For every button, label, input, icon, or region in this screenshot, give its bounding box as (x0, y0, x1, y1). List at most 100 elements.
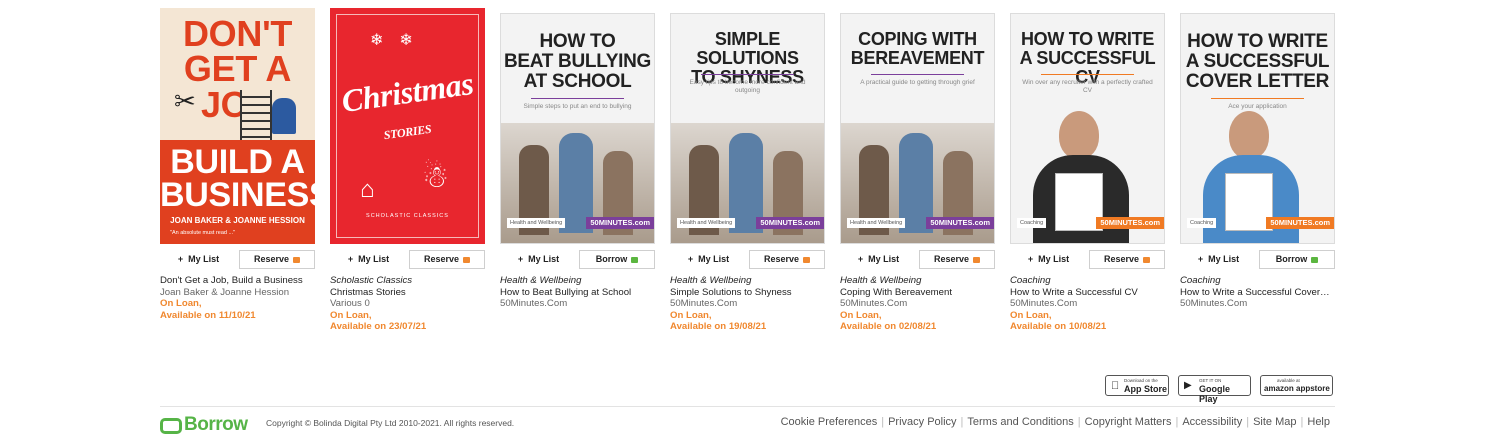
app-store-badges:  Download on the App Store ▶ GET IT ON … (1105, 375, 1335, 404)
footer-link-accessibility[interactable]: Accessibility (1182, 416, 1242, 428)
loan-status: On Loan, (670, 309, 712, 321)
book-title[interactable]: How to Write a Successful CV (1010, 287, 1162, 299)
borrow-button[interactable]: Borrow (1259, 250, 1335, 269)
my-list-button[interactable]: + My List (840, 250, 917, 269)
book-title[interactable]: How to Write a Successful Cover Letter (1180, 287, 1332, 299)
my-list-button[interactable]: + My List (330, 250, 407, 269)
loan-status: On Loan, (330, 309, 372, 321)
book-cover[interactable]: DON'T GET A JOB ✂ BUILD A BUSINESS JOAN … (160, 8, 315, 244)
book-series[interactable]: Health & Wellbeing (840, 275, 1000, 287)
book-meta: Don't Get a Job, Build a Business Joan B… (160, 275, 320, 321)
plus-icon: + (177, 254, 184, 264)
my-list-button[interactable]: + My List (500, 250, 577, 269)
my-list-button[interactable]: + My List (670, 250, 747, 269)
book-author[interactable]: 50Minutes.Com (1180, 298, 1340, 310)
book-author[interactable]: Various 0 (330, 298, 490, 310)
book-actions: + My List Reserve (330, 250, 485, 270)
book-series[interactable]: Coaching (1010, 275, 1170, 287)
book-cover[interactable]: HOW TO WRITE A SUCCESSFUL CV Win over any… (1010, 13, 1165, 244)
reserve-button[interactable]: Reserve (919, 250, 995, 269)
cover-line: COPING WITH (858, 29, 977, 49)
book-cover[interactable]: COPING WITH BEREAVEMENT A practical guide… (840, 13, 995, 244)
book-meta: Coaching How to Write a Successful Cover… (1180, 275, 1340, 310)
book-series[interactable]: Coaching (1180, 275, 1340, 287)
my-list-label: My List (1038, 254, 1070, 264)
my-list-label: My List (528, 254, 560, 264)
book-meta: Health & Wellbeing Simple Solutions to S… (670, 275, 830, 333)
book-author[interactable]: 50Minutes.Com (500, 298, 660, 310)
cover-category-tag: Health and Wellbeing (507, 218, 566, 228)
book-title[interactable]: Coping With Bereavement (840, 287, 992, 299)
footer-link-privacy-policy[interactable]: Privacy Policy (888, 416, 956, 428)
book-card: HOW TO WRITE A SUCCESSFUL CV Win over any… (1010, 8, 1165, 332)
reserve-button[interactable]: Reserve (409, 250, 485, 269)
cover-quote: "An absolute must read ..." (170, 230, 236, 236)
cover-line: A SUCCESSFUL (1185, 50, 1330, 72)
book-title[interactable]: How to Beat Bullying at School (500, 287, 652, 299)
amazon-appstore-badge[interactable]: available at amazon appstore (1260, 375, 1333, 396)
plus-icon: + (857, 254, 864, 264)
reserve-label: Reserve (1103, 254, 1140, 264)
cover-line: AT SCHOOL (523, 70, 632, 92)
book-author[interactable]: 50Minutes.Com (1010, 298, 1170, 310)
borrow-logo[interactable]: Borrow (160, 414, 248, 435)
my-list-button[interactable]: + My List (1180, 250, 1257, 269)
footer-link-terms-and-conditions[interactable]: Terms and Conditions (967, 416, 1073, 428)
book-cover[interactable]: SIMPLE SOLUTIONS TO SHYNESS Easy tips to … (670, 13, 825, 244)
plus-icon: + (347, 254, 354, 264)
footer-link-cookie-preferences[interactable]: Cookie Preferences (781, 416, 878, 428)
my-list-button[interactable]: + My List (160, 250, 237, 269)
book-series[interactable]: Scholastic Classics (330, 275, 490, 287)
book-author[interactable]: 50Minutes.Com (840, 298, 1000, 310)
cover-brand: 50MINUTES.com (1096, 217, 1164, 229)
footer-link-copyright-matters[interactable]: Copyright Matters (1085, 416, 1172, 428)
book-meta: Health & Wellbeing How to Beat Bullying … (500, 275, 660, 310)
cover-line: HOW TO (539, 31, 616, 52)
sleigh-icon: ❄ ❄ (370, 32, 413, 49)
google-play-small-text: GET IT ON (1199, 378, 1222, 383)
reserve-button[interactable]: Reserve (749, 250, 825, 269)
book-title[interactable]: Don't Get a Job, Build a Business (160, 275, 312, 287)
availability-date: Available on 23/07/21 (330, 321, 427, 333)
footer-link-site-map[interactable]: Site Map (1253, 416, 1296, 428)
book-series[interactable]: Health & Wellbeing (500, 275, 660, 287)
cover-title: HOW TO WRITE A SUCCESSFUL COVER LETTER (1181, 32, 1334, 92)
reserve-button[interactable]: Reserve (239, 250, 315, 269)
book-title[interactable]: Simple Solutions to Shyness (670, 287, 822, 299)
book-cover[interactable]: HOW TO BEAT BULLYING AT SCHOOL Simple step… (500, 13, 655, 244)
my-list-button[interactable]: + My List (1010, 250, 1087, 269)
loan-status: On Loan, (1010, 309, 1052, 321)
cover-line: SIMPLE SOLUTIONS (696, 29, 799, 68)
cover-publisher: SCHOLASTIC CLASSICS (366, 213, 449, 219)
book-series[interactable]: Health & Wellbeing (670, 275, 830, 287)
book-author[interactable]: 50Minutes.Com (670, 298, 830, 310)
book-actions: + My List Borrow (500, 250, 655, 270)
book-actions: + My List Reserve (1010, 250, 1165, 270)
reserve-button[interactable]: Reserve (1089, 250, 1165, 269)
google-play-badge[interactable]: ▶ GET IT ON Google Play (1178, 375, 1251, 404)
borrow-button[interactable]: Borrow (579, 250, 655, 269)
cover-subtitle: A practical guide to getting through gri… (860, 78, 975, 86)
plus-icon: + (517, 254, 524, 264)
amazon-text: amazon appstore (1264, 384, 1330, 393)
cover-author: JOAN BAKER & JOANNE HESSION (170, 216, 305, 225)
footer-link-help[interactable]: Help (1307, 416, 1330, 428)
cat-icon (293, 256, 301, 263)
book-title[interactable]: Christmas Stories (330, 287, 482, 299)
cat-icon (803, 256, 811, 263)
cover-category-tag: Health and Wellbeing (847, 218, 906, 228)
book-actions: + My List Reserve (160, 250, 315, 270)
footer-separator: | (1246, 416, 1250, 428)
book-actions: + My List Reserve (670, 250, 825, 270)
book-cover[interactable]: ❄ ❄ Christmas STORIES ☃ ⌂ SCHOLASTIC CLA… (330, 8, 485, 244)
cover-subtitle: Simple steps to put an end to bullying (523, 102, 632, 110)
book-card: COPING WITH BEREAVEMENT A practical guide… (840, 8, 995, 332)
cover-line: BUSINESS (160, 176, 315, 215)
book-cover[interactable]: HOW TO WRITE A SUCCESSFUL COVER LETTER Ace… (1180, 13, 1335, 244)
app-store-badge[interactable]:  Download on the App Store (1105, 375, 1169, 396)
cover-rule (871, 73, 964, 75)
loan-status: On Loan, (840, 309, 882, 321)
play-icon: ▶ (1184, 380, 1192, 391)
book-meta: Scholastic Classics Christmas Stories Va… (330, 275, 490, 333)
book-author[interactable]: Joan Baker & Joanne Hession (160, 287, 320, 299)
